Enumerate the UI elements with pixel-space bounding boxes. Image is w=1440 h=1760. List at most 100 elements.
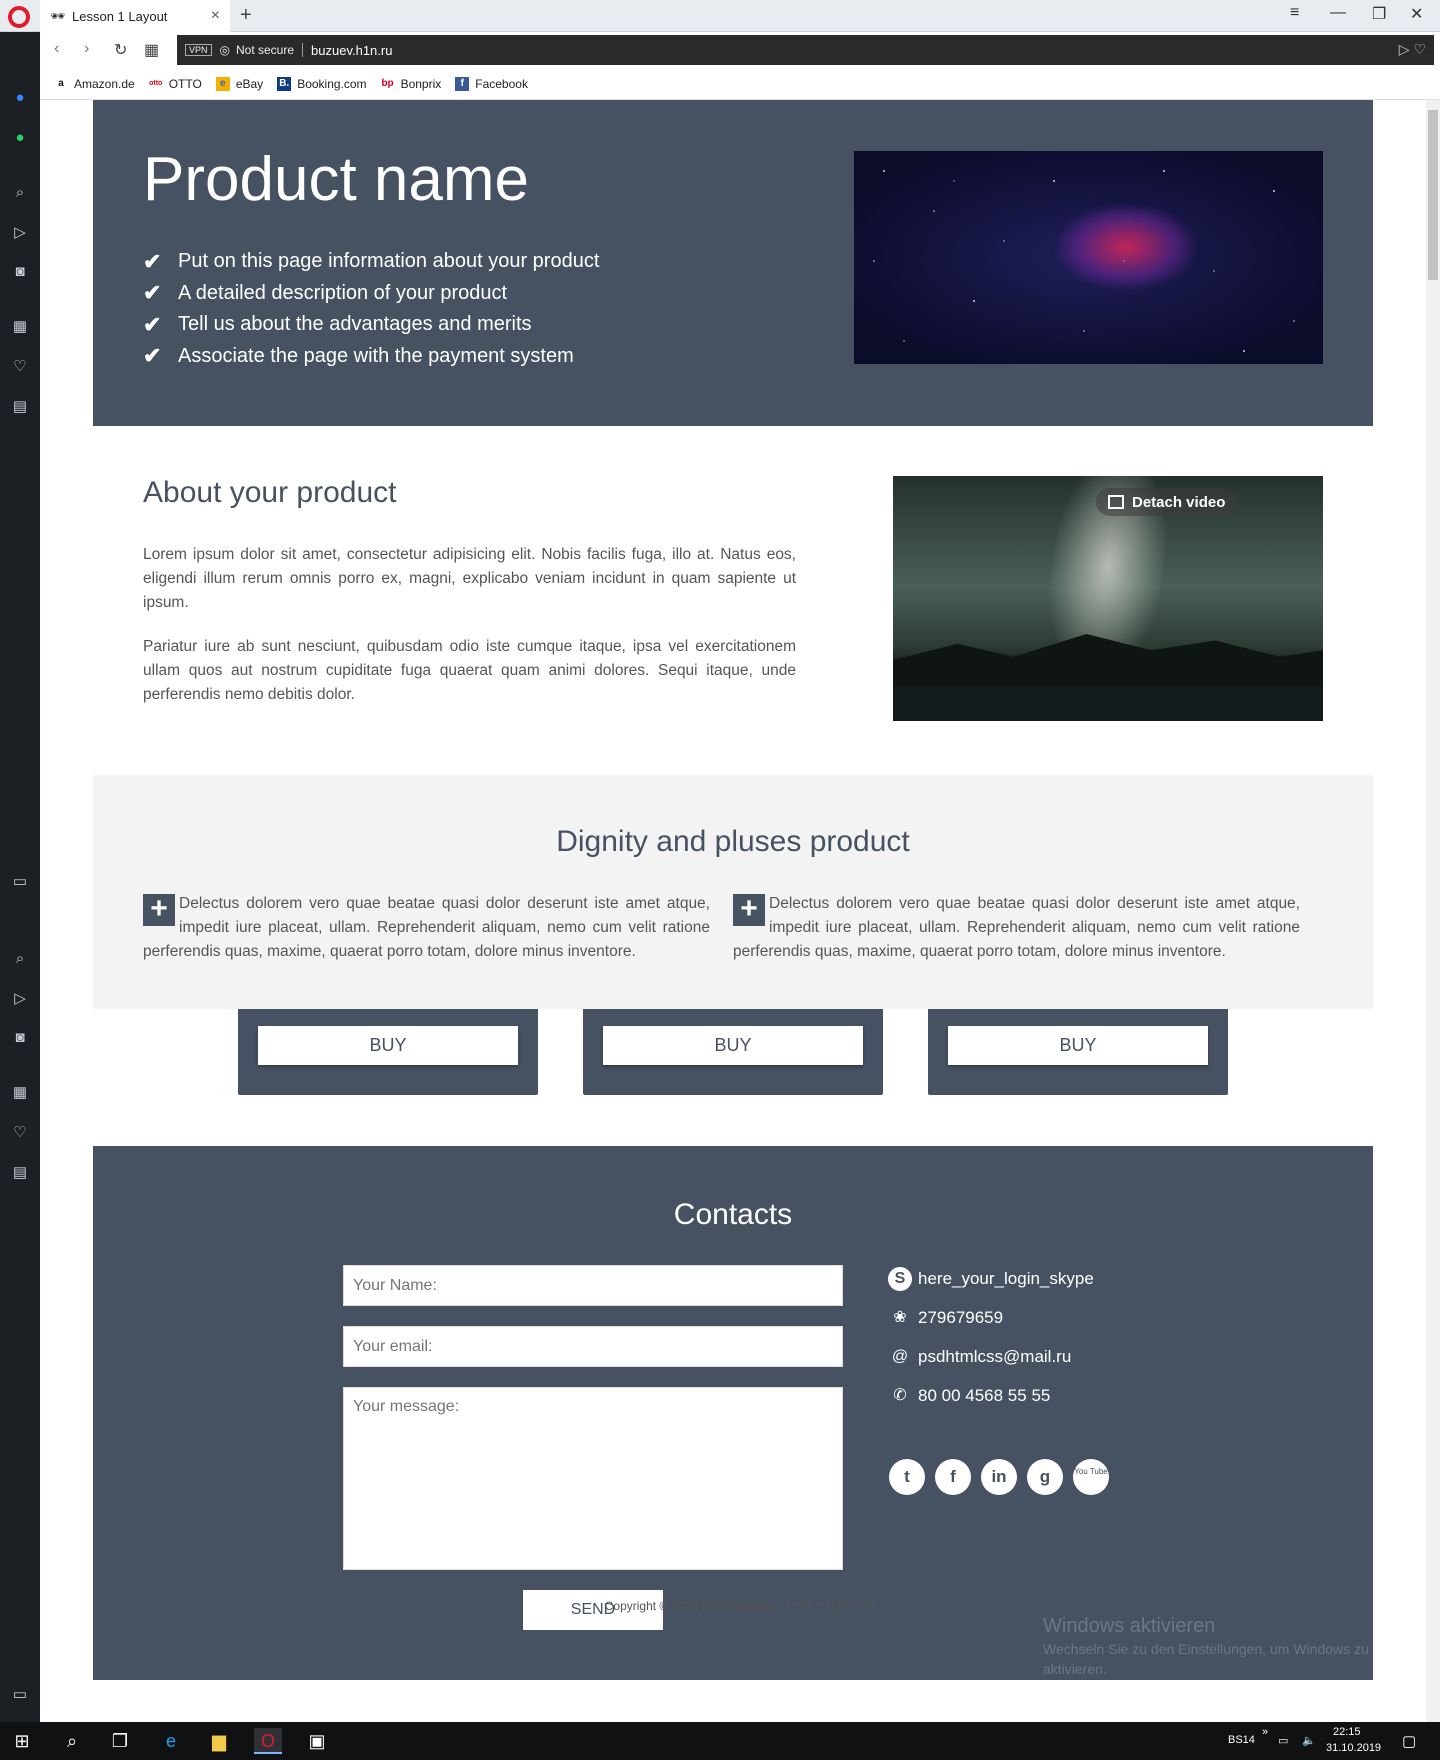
dignity-title: Dignity and pluses product (556, 825, 910, 858)
feature-item: ✔ Put on this page information about your… (143, 248, 600, 274)
google-icon[interactable]: g (1027, 1459, 1063, 1495)
task-view-icon[interactable]: ❐ (106, 1728, 134, 1754)
bookmark-facebook[interactable]: f Facebook (455, 76, 528, 91)
close-window-icon[interactable]: ✕ (1410, 4, 1423, 24)
facebook-icon[interactable]: f (935, 1459, 971, 1495)
restore-icon[interactable]: ❐ (1372, 4, 1386, 24)
internet-explorer-icon[interactable]: e (157, 1728, 185, 1754)
opera-logo-icon[interactable] (8, 6, 30, 28)
camera-icon[interactable]: ◙ (10, 1028, 30, 1048)
plus-icon: + (143, 894, 175, 926)
nebula-image (854, 151, 1323, 364)
tray-expand-icon[interactable]: » (1262, 1726, 1268, 1738)
message-textarea[interactable] (343, 1387, 843, 1570)
about-paragraph: Lorem ipsum dolor sit amet, consectetur … (143, 546, 796, 611)
tab-bar: 🕶 Lesson 1 Layout × + ≡ — ❐ ✕ (0, 0, 1440, 32)
file-explorer-icon[interactable]: ▆ (205, 1728, 233, 1754)
search-icon[interactable]: ⌕ (10, 183, 30, 203)
windows-taskbar: ⊞ ⌕ ❐ e ▆ O ▣ BS14 » ▭ 🔈 22:15 31.10.201… (0, 1722, 1440, 1760)
sidebar-toggle-icon[interactable]: ▭ (10, 1685, 30, 1705)
dignity-section: Dignity and pluses product + Delectus do… (93, 775, 1373, 1009)
feature-list: ✔ Put on this page information about your… (143, 246, 599, 372)
detach-video-button[interactable]: Detach video (1096, 488, 1238, 516)
buy-button[interactable]: BUY (948, 1026, 1208, 1065)
messenger-icon[interactable]: ● (10, 88, 30, 108)
volume-icon[interactable]: 🔈 (1302, 1734, 1316, 1747)
new-tab-button[interactable]: + (240, 4, 252, 27)
news-icon[interactable]: ▤ (10, 1163, 30, 1183)
bonprix-icon: bp (381, 77, 394, 89)
plus-icon: + (733, 894, 765, 926)
feature-item: ✔ Tell us about the advantages and merits (143, 311, 532, 337)
whatsapp-icon[interactable]: ● (10, 128, 30, 148)
lake (893, 686, 1323, 721)
reload-icon[interactable]: ↻ (114, 40, 127, 60)
security-indicator[interactable]: Not secure (236, 43, 304, 57)
vpn-badge[interactable]: VPN (185, 44, 212, 56)
plus-item: + Delectus dolorem vero quae beatae quas… (733, 892, 1300, 960)
language-indicator[interactable]: BS14 (1228, 1734, 1255, 1746)
url-text[interactable]: buzuev.h1n.ru (311, 43, 392, 58)
facebook-icon: f (455, 76, 470, 91)
heart-icon[interactable]: ♡ (10, 1123, 30, 1143)
about-title: About your product (143, 476, 397, 509)
web-page: Product name ✔ Put on this page informati… (40, 100, 1426, 1722)
speed-dial-icon[interactable]: ▦ (144, 40, 159, 60)
buy-button[interactable]: BUY (258, 1026, 518, 1065)
heart-icon[interactable]: ♡ (10, 357, 30, 377)
name-input[interactable] (343, 1265, 843, 1306)
network-icon[interactable]: ▭ (1278, 1734, 1288, 1747)
twitter-icon[interactable]: t (889, 1459, 925, 1495)
video-player[interactable]: Detach video (893, 476, 1323, 721)
clock-date[interactable]: 31.10.2019 (1326, 1742, 1381, 1754)
check-icon: ✔ (143, 280, 162, 306)
back-icon[interactable]: ‹ (54, 40, 59, 58)
phone-contact: ✆ 80 00 4568 55 55 (888, 1384, 1050, 1408)
plus-item: + Delectus dolorem vero quae beatae quas… (143, 892, 710, 960)
bookmark-otto[interactable]: otto OTTO (149, 77, 202, 91)
bookmark-bonprix[interactable]: bp Bonprix (381, 77, 441, 91)
phone-icon: ✆ (893, 1387, 907, 1404)
about-paragraph: Pariatur iure ab sunt nesciunt, quibusda… (143, 638, 796, 703)
check-icon: ✔ (143, 311, 162, 337)
sidebar-toggle-icon[interactable]: ▭ (10, 872, 30, 892)
forward-icon[interactable]: › (84, 40, 89, 58)
notifications-icon[interactable]: ▢ (1402, 1732, 1416, 1750)
opera-taskbar-icon[interactable]: O (254, 1728, 282, 1754)
bookmark-amazon[interactable]: a Amazon.de (54, 77, 134, 91)
contacts-title: Contacts (673, 1198, 793, 1231)
tab-menu-icon[interactable]: ≡ (1290, 4, 1299, 22)
search-icon[interactable]: ⌕ (58, 1728, 86, 1754)
starfield (873, 170, 1295, 352)
linkedin-icon[interactable]: in (981, 1459, 1017, 1495)
send-icon[interactable]: ▷ (10, 989, 30, 1009)
buy-button[interactable]: BUY (603, 1026, 863, 1065)
terminal-icon[interactable]: ▣ (303, 1728, 331, 1754)
skype-icon: S (888, 1267, 912, 1291)
url-field[interactable]: VPN ◎ Not secure buzuev.h1n.ru ▷ ♡ (177, 35, 1434, 65)
tab-close-icon[interactable]: × (211, 7, 220, 25)
detach-icon (1108, 495, 1124, 509)
windows-start-icon[interactable]: ⊞ (8, 1728, 36, 1754)
scrollbar-thumb[interactable] (1428, 110, 1438, 280)
bookmark-booking[interactable]: B. Booking.com (277, 76, 367, 91)
email-input[interactable] (343, 1326, 843, 1367)
search-icon[interactable]: ⌕ (10, 949, 30, 969)
check-icon: ✔ (143, 248, 162, 274)
minimize-icon[interactable]: — (1330, 4, 1346, 22)
bookmark-ebay[interactable]: e eBay (215, 76, 263, 91)
send-icon[interactable]: ▷ (10, 223, 30, 243)
apps-icon[interactable]: ▦ (10, 1083, 30, 1103)
news-icon[interactable]: ▤ (10, 397, 30, 417)
camera-icon[interactable]: ◙ (10, 262, 30, 282)
youtube-icon[interactable]: You Tube (1073, 1459, 1109, 1495)
browser-sidebar: ● ● ⌕ ▷ ◙ ▦ ♡ ▤ ▭ ⌕ ▷ ◙ ▦ ♡ ▤ ▭ (0, 32, 40, 1722)
clock-time[interactable]: 22:15 (1333, 1726, 1361, 1738)
send-and-heart-icons[interactable]: ▷ ♡ (1399, 41, 1426, 58)
page-scrollbar[interactable] (1426, 100, 1440, 1722)
tab-lesson-layout[interactable]: 🕶 Lesson 1 Layout × (40, 0, 230, 32)
apps-icon[interactable]: ▦ (10, 317, 30, 337)
email-contact: @ psdhtmlcss@mail.ru (888, 1345, 1071, 1369)
skype-contact: Shere_your_login_skype (888, 1267, 1094, 1291)
feature-item: ✔ A detailed description of your product (143, 280, 508, 306)
